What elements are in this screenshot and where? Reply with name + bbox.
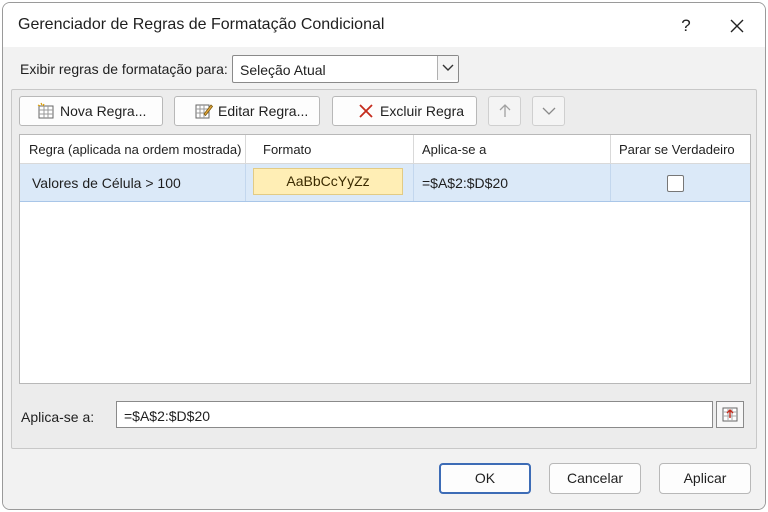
column-header-applies-to[interactable]: Aplica-se a (422, 142, 486, 157)
show-rules-label: Exibir regras de formatação para: (20, 61, 228, 77)
stop-if-true-checkbox[interactable] (667, 175, 684, 192)
help-button[interactable]: ? (671, 11, 701, 41)
column-header-rule[interactable]: Regra (aplicada na ordem mostrada) (29, 142, 241, 157)
close-icon (730, 19, 744, 33)
delete-x-icon (359, 104, 373, 118)
move-down-button[interactable] (532, 96, 565, 126)
show-rules-dropdown[interactable]: Seleção Atual (232, 55, 459, 83)
dropdown-toggle[interactable] (437, 56, 458, 80)
format-preview: AaBbCcYyZz (253, 168, 403, 195)
rule-description: Valores de Célula > 100 (32, 175, 181, 191)
range-selector-button[interactable] (716, 401, 744, 428)
column-divider[interactable] (610, 135, 611, 163)
column-divider[interactable] (413, 135, 414, 163)
move-up-button[interactable] (488, 96, 521, 126)
row-divider (413, 164, 414, 201)
table-header: Regra (aplicada na ordem mostrada) Forma… (20, 135, 750, 164)
apply-button[interactable]: Aplicar (659, 463, 751, 494)
delete-rule-label: Excluir Regra (380, 103, 465, 119)
applies-to-label: Aplica-se a: (21, 409, 95, 425)
delete-rule-button[interactable]: Excluir Regra (332, 96, 477, 126)
title-bar: Gerenciador de Regras de Formatação Cond… (3, 3, 765, 47)
column-header-stop-if-true[interactable]: Parar se Verdadeiro (619, 142, 735, 157)
cancel-button[interactable]: Cancelar (549, 463, 641, 494)
close-button[interactable] (722, 11, 752, 41)
rules-table: Regra (aplicada na ordem mostrada) Forma… (19, 134, 751, 384)
new-rule-icon (37, 102, 54, 119)
show-rules-selected: Seleção Atual (240, 62, 326, 78)
rule-applies-to[interactable]: =$A$2:$D$20 (422, 175, 508, 191)
edit-rule-button[interactable]: Editar Regra... (174, 96, 320, 126)
edit-rule-label: Editar Regra... (218, 103, 309, 119)
arrow-up-icon (499, 104, 510, 117)
dialog-content: Exibir regras de formatação para: Seleçã… (3, 47, 765, 509)
applies-to-value: =$A$2:$D$20 (124, 408, 211, 424)
conditional-formatting-dialog: Gerenciador de Regras de Formatação Cond… (2, 2, 766, 510)
row-divider (610, 164, 611, 201)
ok-button[interactable]: OK (439, 463, 531, 494)
chevron-down-icon (542, 107, 555, 115)
range-select-icon (722, 407, 738, 422)
column-header-format[interactable]: Formato (263, 142, 311, 157)
rules-panel: Nova Regra... Editar Regra... Excluir Re… (11, 89, 757, 449)
chevron-down-icon (442, 64, 454, 71)
row-divider (245, 164, 246, 201)
applies-to-input[interactable]: =$A$2:$D$20 (116, 401, 713, 428)
new-rule-label: Nova Regra... (60, 103, 147, 119)
table-row[interactable]: Valores de Célula > 100 AaBbCcYyZz =$A$2… (20, 164, 750, 202)
dialog-title: Gerenciador de Regras de Formatação Cond… (18, 16, 385, 33)
column-divider[interactable] (245, 135, 246, 163)
edit-rule-icon (195, 104, 213, 119)
new-rule-button[interactable]: Nova Regra... (19, 96, 163, 126)
